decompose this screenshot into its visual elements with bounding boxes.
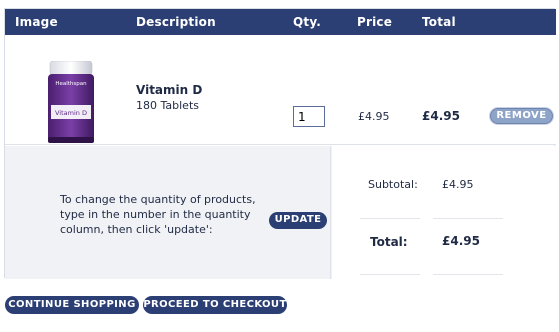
cart-footer: To change the quantity of products, type… — [5, 146, 556, 279]
product-image-title: Vitamin D — [55, 109, 87, 117]
continue-shopping-button[interactable]: CONTINUE SHOPPING — [5, 296, 139, 314]
shopping-cart-table: Image Description Qty. Price Total Healt… — [4, 8, 556, 279]
item-price: £4.95 — [358, 110, 390, 123]
item-total: £4.95 — [422, 109, 460, 123]
divider — [360, 218, 420, 219]
update-help-text: To change the quantity of products, type… — [60, 193, 256, 236]
quantity-input[interactable] — [293, 106, 325, 127]
total-value: £4.95 — [442, 234, 480, 248]
subtotal-value: £4.95 — [442, 178, 474, 191]
product-detail: 180 Tablets — [136, 99, 199, 112]
update-help-panel: To change the quantity of products, type… — [5, 146, 331, 279]
proceed-to-checkout-button[interactable]: PROCEED TO CHECKOUT — [143, 296, 287, 314]
total-label: Total: — [370, 235, 408, 249]
totals-panel: Subtotal: £4.95 Total: £4.95 — [332, 146, 556, 279]
update-button[interactable]: UPDATE — [269, 212, 327, 229]
divider — [360, 274, 420, 275]
product-image[interactable]: Healthspan Vitamin D — [47, 61, 95, 145]
product-image-brand: Healthspan — [55, 81, 87, 87]
header-total: Total — [422, 15, 456, 29]
divider — [433, 218, 503, 219]
remove-button[interactable]: REMOVE — [489, 107, 554, 125]
subtotal-label: Subtotal: — [368, 178, 418, 191]
divider — [433, 274, 503, 275]
header-price: Price — [357, 15, 393, 29]
cart-header-row: Image Description Qty. Price Total — [5, 9, 556, 35]
cart-item-row: Healthspan Vitamin D Vitamin D 180 Table… — [5, 35, 556, 145]
header-description: Description — [136, 15, 216, 29]
header-quantity: Qty. — [293, 15, 322, 29]
product-name[interactable]: Vitamin D — [136, 83, 202, 97]
header-image: Image — [15, 15, 58, 29]
